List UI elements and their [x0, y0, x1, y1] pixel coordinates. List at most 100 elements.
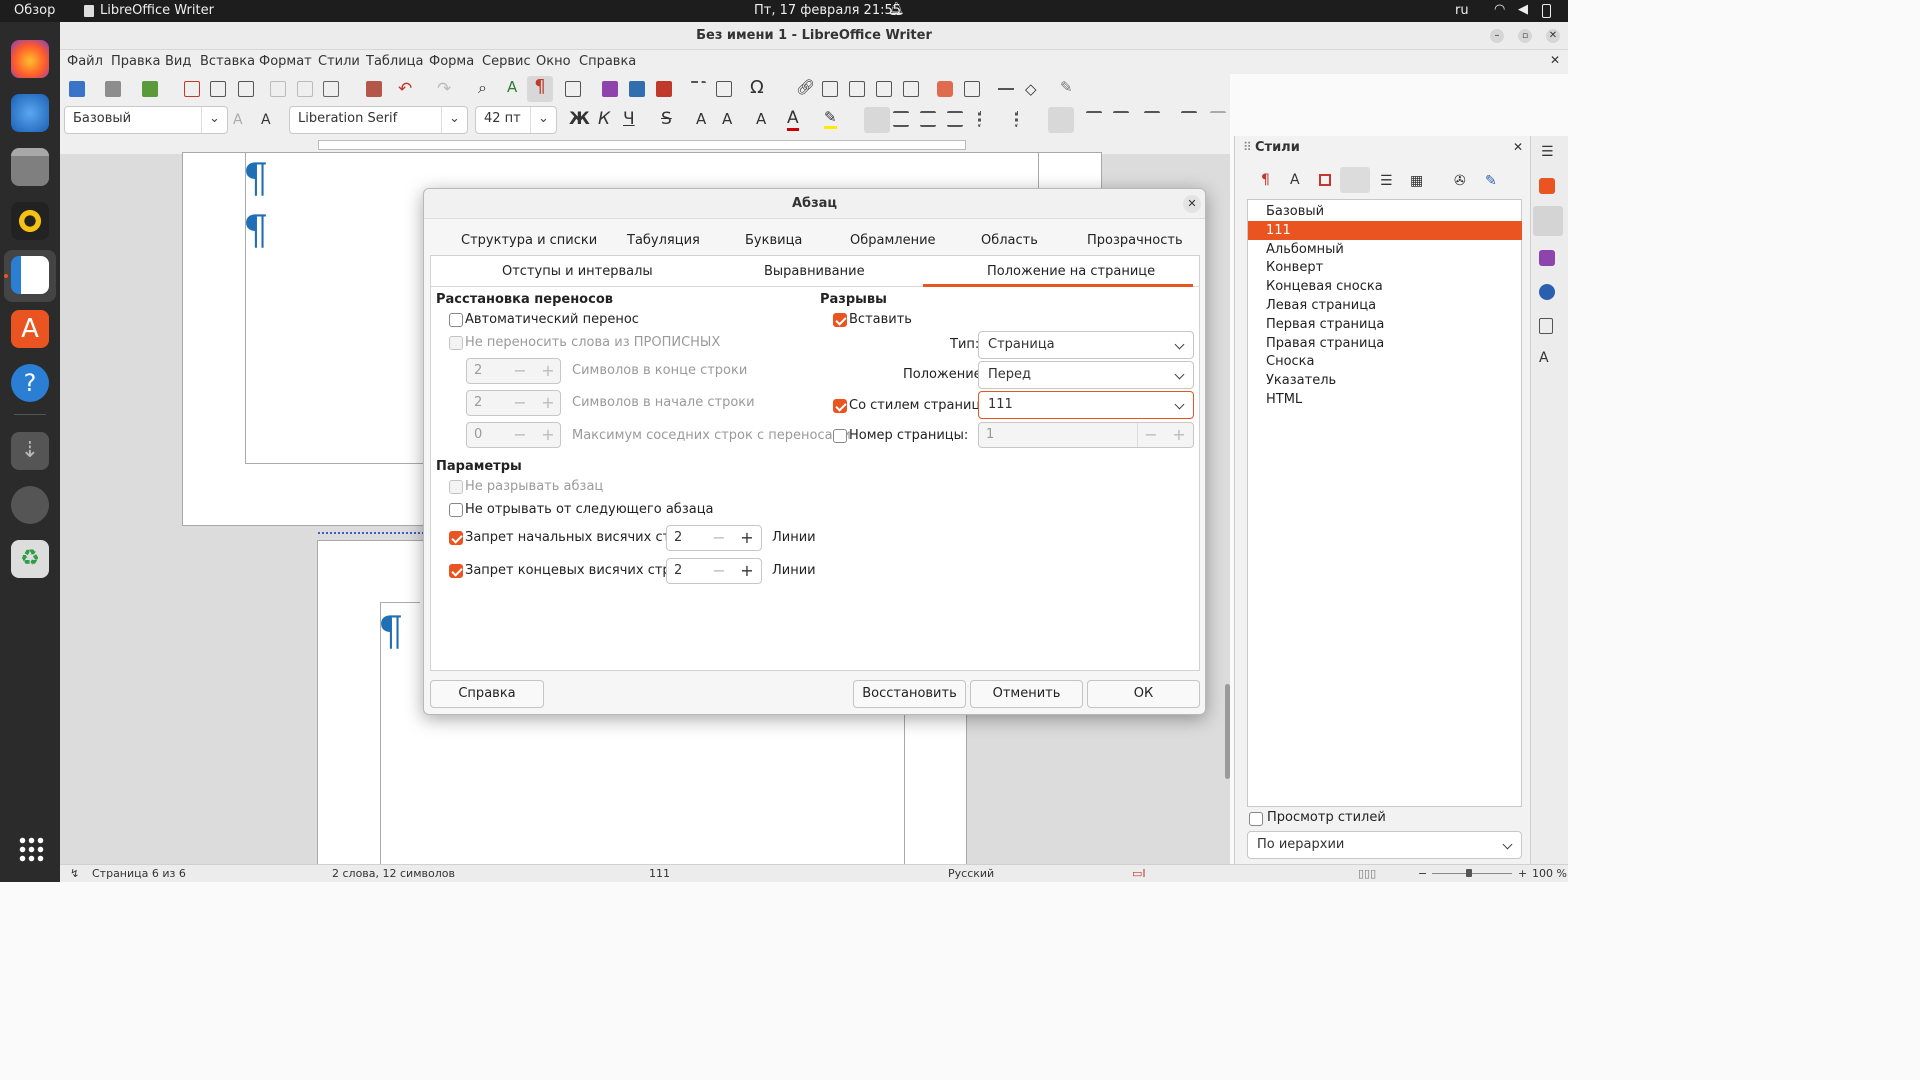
zoom-out-icon[interactable]: − — [1418, 867, 1427, 880]
plus-icon[interactable]: + — [534, 423, 562, 447]
styles-list[interactable]: Базовый 111 Альбомный Конверт Концевая сноск… — [1247, 199, 1522, 807]
comment-icon[interactable] — [937, 81, 953, 97]
plus-icon[interactable]: + — [733, 559, 761, 583]
character-styles-icon[interactable]: A — [1290, 172, 1300, 188]
menu-edit[interactable]: Правка — [111, 54, 160, 69]
cut-icon[interactable] — [270, 81, 286, 97]
zoom-thumb[interactable] — [1466, 869, 1472, 877]
spacing-more-icon[interactable] — [1210, 111, 1226, 127]
page-style-status[interactable]: 111 — [649, 867, 670, 880]
cross-reference-icon[interactable] — [903, 81, 919, 97]
print-icon[interactable] — [210, 81, 226, 97]
redo-icon[interactable]: ↷ — [437, 79, 451, 99]
orphan-lines-spinner[interactable]: 2 − + — [666, 525, 762, 551]
vertical-scrollbar[interactable] — [1225, 684, 1230, 779]
page-styles-icon[interactable] — [1340, 167, 1370, 193]
software-icon[interactable]: A — [11, 310, 49, 348]
activities-button[interactable]: Обзор — [14, 3, 55, 18]
gallery-icon[interactable] — [1539, 250, 1555, 266]
menu-styles[interactable]: Стили — [318, 54, 360, 69]
orphan-control-checkbox[interactable] — [449, 531, 463, 545]
tab-indents-spacing[interactable]: Отступы и интервалы — [502, 264, 653, 279]
minus-icon[interactable]: − — [705, 526, 733, 550]
page-number-spinner[interactable]: 1 − + — [978, 422, 1194, 448]
frame-styles-icon[interactable] — [1319, 174, 1331, 186]
word-count[interactable]: 2 слова, 12 символов — [332, 867, 455, 880]
app-grid-icon[interactable] — [18, 836, 44, 862]
auto-hyphenation-checkbox[interactable] — [449, 313, 463, 327]
clear-formatting-icon[interactable]: A — [756, 110, 766, 128]
styles-deck-icon[interactable] — [1533, 206, 1563, 236]
tab-outline-list[interactable]: Структура и списки — [461, 233, 597, 248]
footnote-icon[interactable] — [822, 81, 838, 97]
clock[interactable]: Пт, 17 февраля 21:55 — [754, 3, 901, 18]
tab-tabs[interactable]: Табуляция — [627, 233, 700, 248]
update-style-icon[interactable]: A — [233, 112, 243, 128]
new-document-icon[interactable] — [69, 81, 85, 97]
menu-view[interactable]: Вид — [165, 54, 191, 69]
minus-icon[interactable]: − — [705, 559, 733, 583]
minus-icon[interactable]: − — [1137, 423, 1165, 447]
chevron-down-icon[interactable]: ⌄ — [441, 107, 467, 133]
maximize-button[interactable]: ▫ — [1518, 29, 1532, 43]
tab-drop-caps[interactable]: Буквица — [745, 233, 802, 248]
font-size-combo[interactable]: 42 пт ⌄ — [475, 106, 557, 134]
end-chars-spinner[interactable]: 2 − + — [466, 358, 561, 384]
app-menu[interactable]: LibreOffice Writer — [100, 3, 214, 18]
close-document-icon[interactable]: ✕ — [1550, 53, 1560, 67]
menu-tools[interactable]: Сервис — [482, 54, 531, 69]
styles-filter-dropdown[interactable]: По иерархии — [1247, 831, 1522, 859]
underline-icon[interactable]: Ч — [623, 109, 635, 129]
menu-file[interactable]: Файл — [67, 54, 103, 69]
superscript-icon[interactable]: A — [696, 110, 706, 128]
strikethrough-icon[interactable]: S — [661, 109, 672, 129]
print-preview-icon[interactable] — [238, 81, 254, 97]
break-type-dropdown[interactable]: Страница — [978, 331, 1194, 359]
reset-button[interactable]: Восстановить — [853, 680, 966, 708]
justify-icon[interactable] — [947, 111, 963, 127]
style-list-item[interactable]: Правая страница — [1248, 334, 1522, 353]
drag-handle-icon[interactable]: ⠿ — [1243, 140, 1252, 154]
input-language[interactable]: ru — [1455, 3, 1469, 18]
style-list-item[interactable]: Сноска — [1248, 352, 1522, 371]
formatting-marks-icon[interactable]: ¶ — [527, 76, 553, 102]
plus-icon[interactable]: + — [733, 526, 761, 550]
window-titlebar[interactable]: Без имени 1 - LibreOffice Writer – ▫ ✕ — [60, 22, 1568, 50]
style-list-item[interactable]: Левая страница — [1248, 296, 1522, 315]
clone-formatting-icon[interactable] — [366, 81, 382, 97]
menu-help[interactable]: Справка — [579, 54, 636, 69]
dialog-close-icon[interactable]: ✕ — [1183, 195, 1201, 213]
thunderbird-icon[interactable] — [11, 94, 49, 132]
outline-list-icon[interactable] — [1048, 107, 1074, 133]
page-deck-icon[interactable] — [1539, 318, 1553, 334]
copy-icon[interactable] — [297, 81, 313, 97]
zoom-level[interactable]: 100 % — [1532, 867, 1567, 880]
bullet-list-icon[interactable] — [978, 111, 994, 127]
menu-insert[interactable]: Вставка — [200, 54, 255, 69]
insert-textbox-icon[interactable] — [656, 81, 672, 97]
style-list-item[interactable]: Первая страница — [1248, 315, 1522, 334]
bold-icon[interactable]: Ж — [569, 109, 590, 129]
style-list-item[interactable]: Конверт — [1248, 258, 1522, 277]
battery-icon[interactable] — [1542, 4, 1551, 18]
line-spacing-icon[interactable] — [1144, 111, 1160, 127]
highlight-icon[interactable]: ✎ — [824, 108, 837, 129]
paragraph-spacing-icon[interactable] — [1181, 111, 1197, 127]
find-replace-icon[interactable]: ⌕ — [478, 78, 487, 98]
tab-borders[interactable]: Обрамление — [850, 233, 936, 248]
insert-field-icon[interactable] — [716, 81, 732, 97]
list-styles-icon[interactable]: ☰ — [1380, 173, 1393, 189]
subscript-icon[interactable]: A — [722, 110, 732, 128]
style-list-item[interactable]: Указатель — [1248, 371, 1522, 390]
disc-icon[interactable] — [11, 486, 49, 524]
open-icon[interactable] — [105, 81, 121, 97]
plus-icon[interactable]: + — [534, 391, 562, 415]
close-sidebar-icon[interactable]: ✕ — [1513, 140, 1523, 154]
minimize-button[interactable]: – — [1490, 29, 1504, 43]
with-page-style-checkbox[interactable] — [833, 399, 847, 413]
insert-line-icon[interactable] — [998, 88, 1014, 90]
properties-icon[interactable] — [1539, 178, 1555, 194]
keep-with-next-checkbox[interactable] — [449, 503, 463, 517]
plus-icon[interactable]: + — [1165, 423, 1193, 447]
hyperlink-icon[interactable]: 🔗︎ — [796, 78, 815, 96]
